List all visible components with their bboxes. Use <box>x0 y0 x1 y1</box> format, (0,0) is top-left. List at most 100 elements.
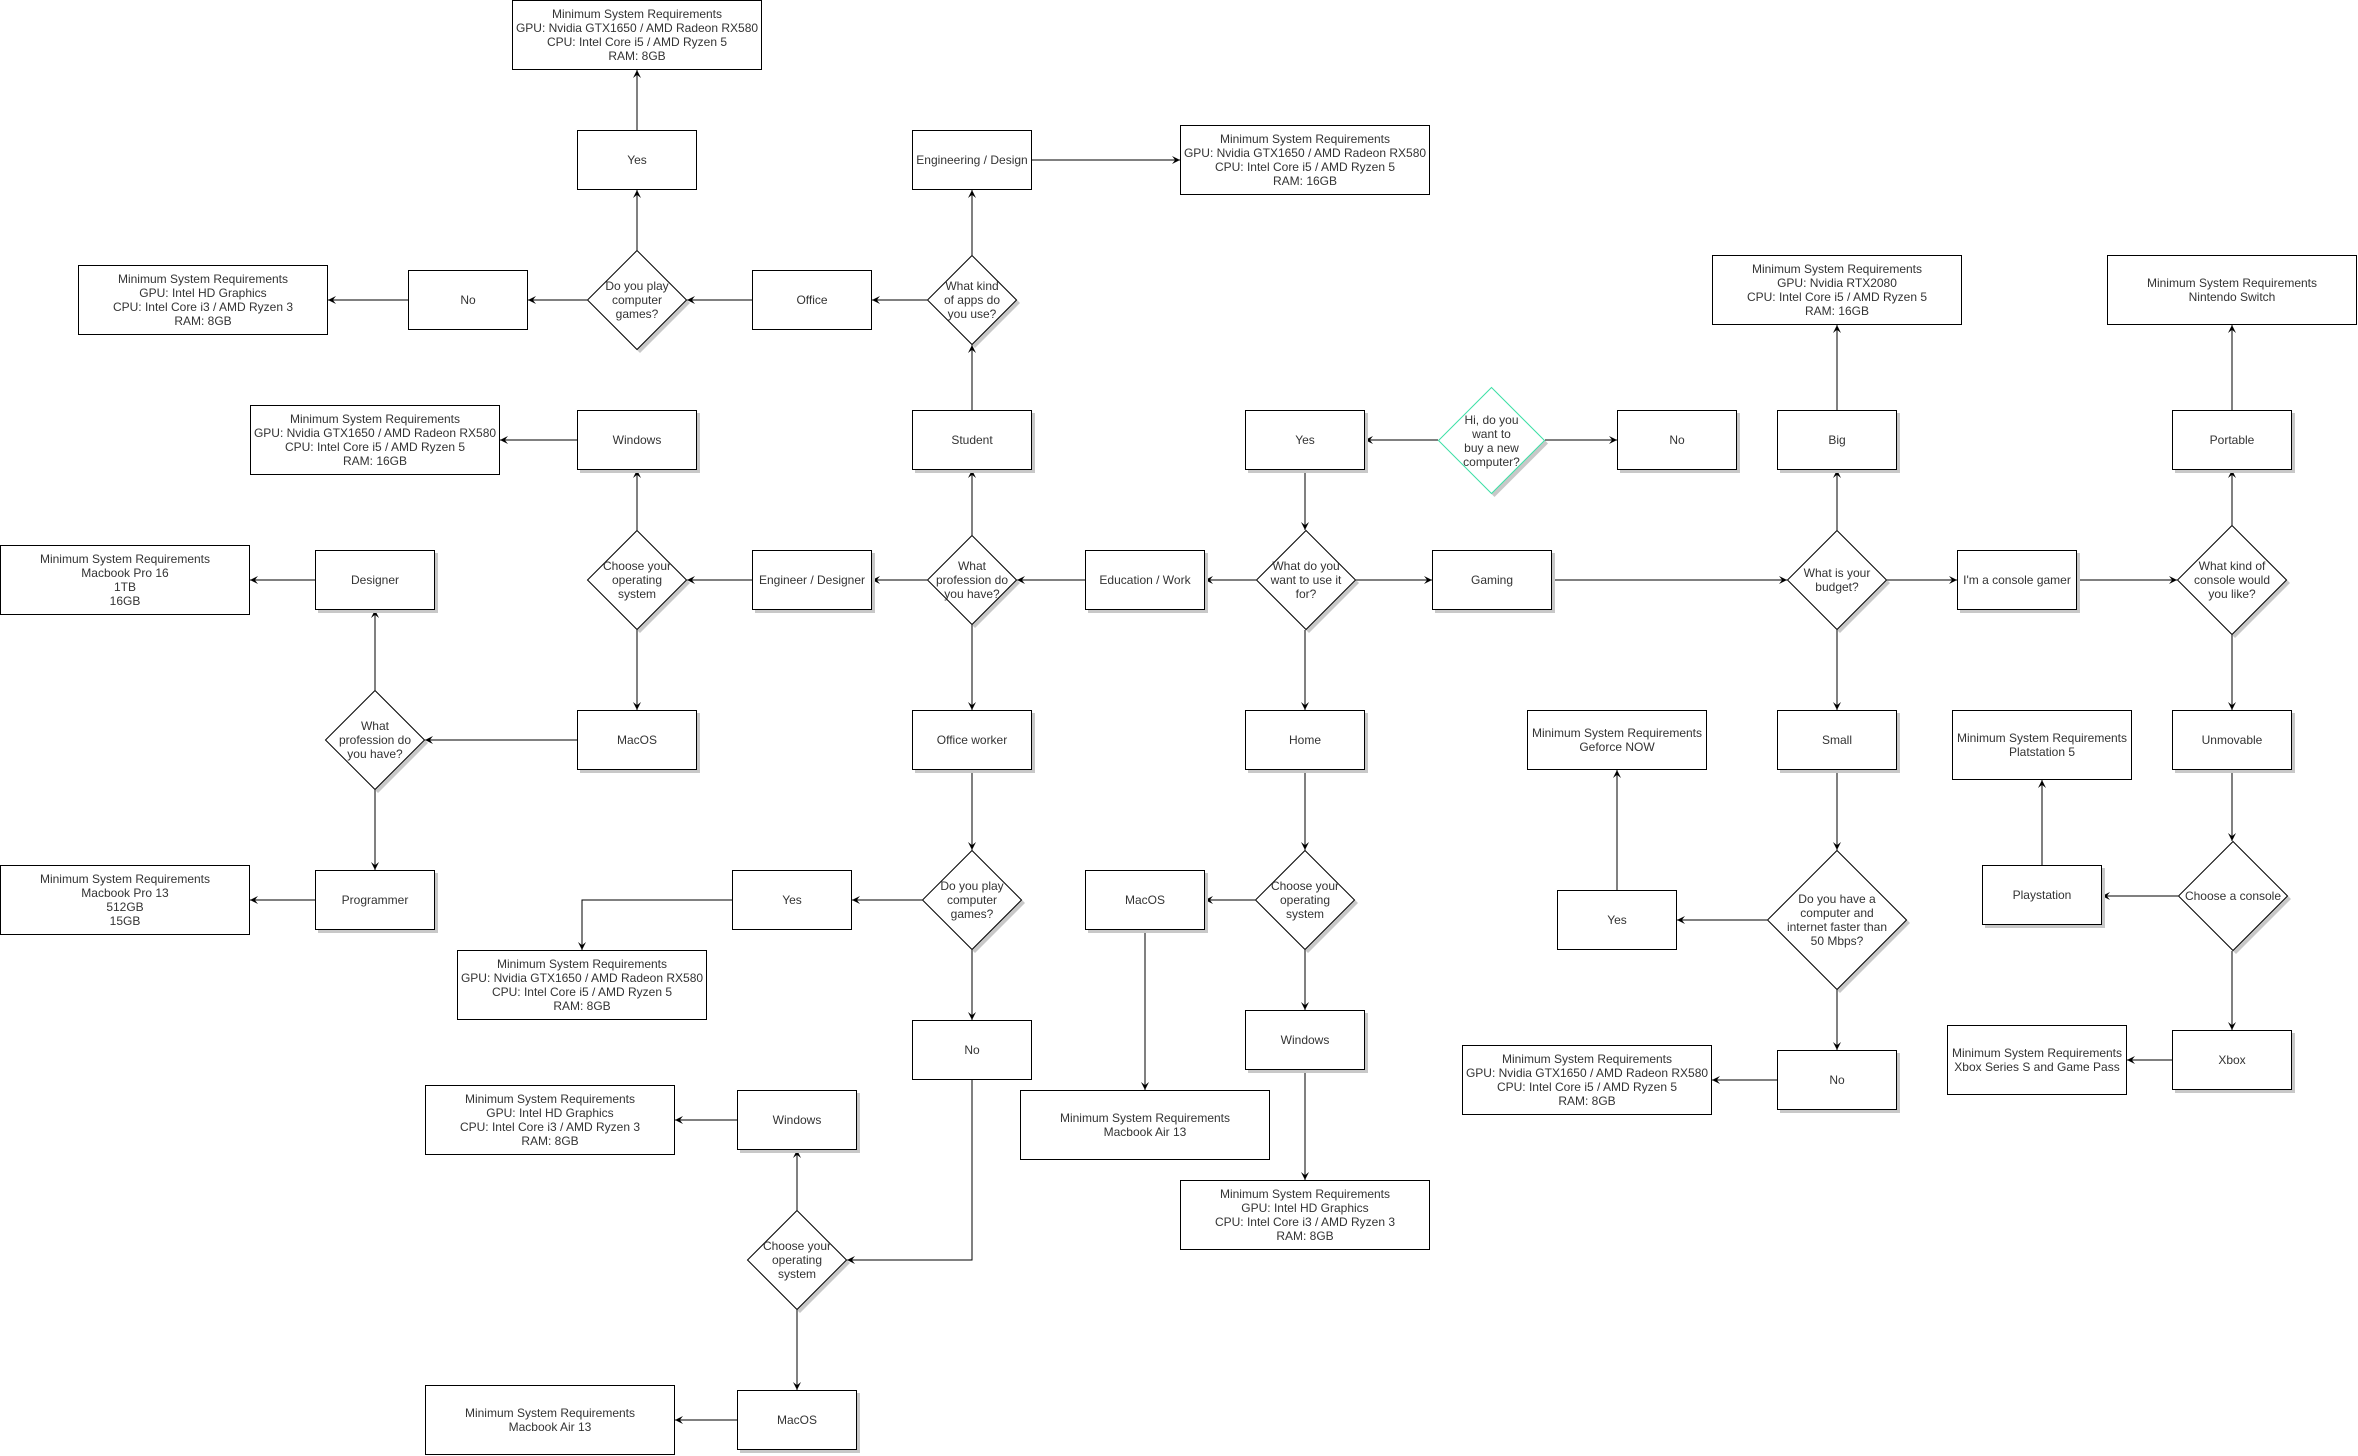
option-node-yes-worker[interactable]: Yes <box>732 870 852 930</box>
decision-node-profession[interactable]: What profession do you have? <box>926 534 1020 628</box>
option-node-student[interactable]: Student <box>912 410 1032 470</box>
node-label: Yes <box>1607 913 1627 927</box>
requirements-node-req-win-worker[interactable]: Minimum System Requirements GPU: Intel H… <box>425 1085 675 1155</box>
option-node-small[interactable]: Small <box>1777 710 1897 770</box>
requirements-node-req-programmer[interactable]: Minimum System Requirements Macbook Pro … <box>0 865 250 935</box>
node-label: Small <box>1821 733 1852 747</box>
decision-node-apps[interactable]: What kind of apps do you use? <box>926 254 1020 348</box>
option-node-yes-internet[interactable]: Yes <box>1557 890 1677 950</box>
option-node-eng-design[interactable]: Engineering / Design <box>912 130 1032 190</box>
node-label: Windows <box>772 1113 822 1127</box>
node-label: Minimum System Requirements Macbook Air … <box>464 1406 636 1434</box>
decision-node-os-eng[interactable]: Choose your operating system <box>586 529 690 633</box>
node-label: Gaming <box>1470 573 1514 587</box>
node-label: Minimum System Requirements GPU: Nvidia … <box>460 957 704 1013</box>
option-node-office-worker[interactable]: Office worker <box>912 710 1032 770</box>
decision-node-os-home[interactable]: Choose your operating system <box>1254 849 1358 953</box>
option-node-portable[interactable]: Portable <box>2172 410 2292 470</box>
node-label: I'm a console gamer <box>1963 573 2071 587</box>
option-node-no-worker[interactable]: No <box>912 1020 1032 1080</box>
node-label: Office worker <box>936 733 1008 747</box>
connector-internet-to-no_internet <box>1833 990 1841 1050</box>
connector-small-to-internet <box>1833 770 1841 850</box>
connector-os_home-to-mac_home <box>1205 896 1255 904</box>
node-label: MacOS <box>776 1413 817 1427</box>
option-node-eng-designer[interactable]: Engineer / Designer <box>752 550 872 610</box>
option-node-no-office[interactable]: No <box>408 270 528 330</box>
node-label: Home <box>1288 733 1321 747</box>
option-node-win-eng[interactable]: Windows <box>577 410 697 470</box>
requirements-node-req-designer[interactable]: Minimum System Requirements Macbook Pro … <box>0 545 250 615</box>
decision-node-internet[interactable]: Do you have a computer and internet fast… <box>1766 849 1910 993</box>
node-label: Minimum System Requirements Geforce NOW <box>1531 726 1703 754</box>
option-node-edu-work[interactable]: Education / Work <box>1085 550 1205 610</box>
node-label: Do you play computer games? <box>940 879 1004 921</box>
node-label: What profession do you have? <box>935 559 1009 601</box>
requirements-node-req-top-yes[interactable]: Minimum System Requirements GPU: Nvidia … <box>512 0 762 70</box>
connector-console_kind-to-portable <box>2228 470 2236 525</box>
connector-play_worker-to-yes_worker <box>852 896 922 904</box>
option-node-xbox[interactable]: Xbox <box>2172 1030 2292 1090</box>
node-label: Minimum System Requirements GPU: Nvidia … <box>1746 262 1928 318</box>
decision-node-budget[interactable]: What is your budget? <box>1786 529 1890 633</box>
decision-node-prof-mac[interactable]: What profession do you have? <box>324 689 428 793</box>
decision-node-console-kind[interactable]: What kind of console would you like? <box>2176 524 2290 638</box>
connector-prof_mac-to-designer <box>371 610 379 690</box>
option-node-win-home[interactable]: Windows <box>1245 1010 1365 1070</box>
option-node-no-internet[interactable]: No <box>1777 1050 1897 1110</box>
option-node-designer[interactable]: Designer <box>315 550 435 610</box>
node-label: Choose your operating system <box>1270 879 1340 921</box>
requirements-node-req-mac-worker[interactable]: Minimum System Requirements Macbook Air … <box>425 1385 675 1455</box>
node-label: Yes <box>782 893 802 907</box>
node-label: Choose your operating system <box>602 559 672 601</box>
option-node-win-worker[interactable]: Windows <box>737 1090 857 1150</box>
option-node-mac-worker[interactable]: MacOS <box>737 1390 857 1450</box>
requirements-node-req-yes-worker[interactable]: Minimum System Requirements GPU: Nvidia … <box>457 950 707 1020</box>
requirements-node-req-no-office[interactable]: Minimum System Requirements GPU: Intel H… <box>78 265 328 335</box>
option-node-home[interactable]: Home <box>1245 710 1365 770</box>
node-label: Minimum System Requirements GPU: Nvidia … <box>1183 132 1427 188</box>
requirements-node-req-ps5[interactable]: Minimum System Requirements Platstation … <box>1952 710 2132 780</box>
decision-node-play-worker[interactable]: Do you play computer games? <box>921 849 1025 953</box>
connector-use_for-to-edu_work <box>1205 576 1256 584</box>
option-node-console-gamer[interactable]: I'm a console gamer <box>1957 550 2077 610</box>
connector-os_eng-to-win_eng <box>633 470 641 530</box>
node-label: No <box>1829 1073 1845 1087</box>
decision-node-use-for[interactable]: What do you want to use it for? <box>1255 529 1359 633</box>
connector-os_eng-to-mac_eng <box>633 630 641 710</box>
requirements-node-req-switch[interactable]: Minimum System Requirements Nintendo Swi… <box>2107 255 2357 325</box>
option-node-playstation[interactable]: Playstation <box>1982 865 2102 925</box>
connector-eng_design-to-req_eng_design <box>1032 156 1180 164</box>
node-label: Minimum System Requirements Macbook Pro … <box>39 552 211 608</box>
option-node-yes-buy[interactable]: Yes <box>1245 410 1365 470</box>
connector-yes_internet-to-req_geforce <box>1613 770 1621 890</box>
option-node-office[interactable]: Office <box>752 270 872 330</box>
requirements-node-req-xbox[interactable]: Minimum System Requirements Xbox Series … <box>1947 1025 2127 1095</box>
node-label: Minimum System Requirements GPU: Intel H… <box>112 272 294 328</box>
option-node-unmovable[interactable]: Unmovable <box>2172 710 2292 770</box>
requirements-node-req-no-internet[interactable]: Minimum System Requirements GPU: Nvidia … <box>1462 1045 1712 1115</box>
node-label: Minimum System Requirements GPU: Intel H… <box>1214 1187 1396 1243</box>
requirements-node-req-win-eng[interactable]: Minimum System Requirements GPU: Nvidia … <box>250 405 500 475</box>
option-node-no-buy[interactable]: No <box>1617 410 1737 470</box>
decision-node-play-office[interactable]: Do you play computer games? <box>586 249 690 353</box>
option-node-mac-home[interactable]: MacOS <box>1085 870 1205 930</box>
start-decision-node-start[interactable]: Hi, do you want to buy a new computer? <box>1437 386 1548 497</box>
option-node-yes-office[interactable]: Yes <box>577 130 697 190</box>
option-node-programmer[interactable]: Programmer <box>315 870 435 930</box>
requirements-node-req-geforce[interactable]: Minimum System Requirements Geforce NOW <box>1527 710 1707 770</box>
requirements-node-req-big[interactable]: Minimum System Requirements GPU: Nvidia … <box>1712 255 1962 325</box>
requirements-node-req-mac-home[interactable]: Minimum System Requirements Macbook Air … <box>1020 1090 1270 1160</box>
decision-node-choose-console[interactable]: Choose a console <box>2177 840 2291 954</box>
option-node-mac-eng[interactable]: MacOS <box>577 710 697 770</box>
decision-node-os-worker[interactable]: Choose your operating system <box>746 1209 850 1313</box>
requirements-node-req-win-home[interactable]: Minimum System Requirements GPU: Intel H… <box>1180 1180 1430 1250</box>
connector-eng_designer-to-os_eng <box>687 576 752 584</box>
node-label: Xbox <box>2218 1053 2246 1067</box>
node-label: MacOS <box>1124 893 1165 907</box>
option-node-gaming[interactable]: Gaming <box>1432 550 1552 610</box>
connector-mac_eng-to-prof_mac <box>425 736 577 744</box>
option-node-big[interactable]: Big <box>1777 410 1897 470</box>
connector-home-to-os_home <box>1301 770 1309 850</box>
requirements-node-req-eng-design[interactable]: Minimum System Requirements GPU: Nvidia … <box>1180 125 1430 195</box>
